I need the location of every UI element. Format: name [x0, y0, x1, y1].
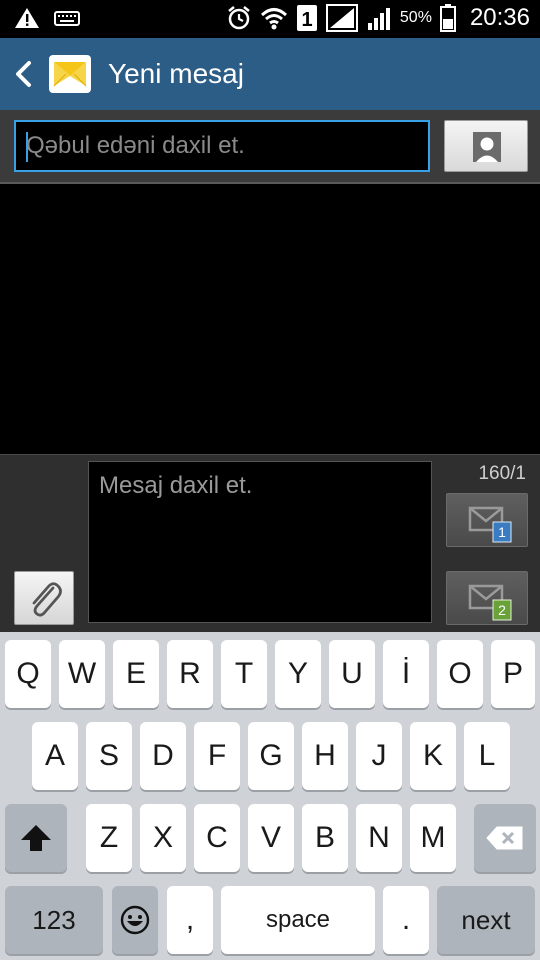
message-envelope-icon[interactable] — [48, 52, 92, 96]
keyboard-icon — [54, 8, 80, 28]
back-arrow-icon[interactable] — [14, 60, 32, 88]
key-r[interactable]: R — [167, 640, 213, 708]
key-w[interactable]: W — [59, 640, 105, 708]
send-sim1-icon: 1 — [468, 506, 512, 543]
key-k[interactable]: K — [410, 722, 456, 790]
text-caret — [26, 132, 28, 162]
svg-text:1: 1 — [498, 524, 506, 540]
key-i-dotted[interactable]: İ — [383, 640, 429, 708]
key-j[interactable]: J — [356, 722, 402, 790]
compose-area: Mesaj daxil et. 160/1 1 2 — [0, 454, 540, 633]
key-f[interactable]: F — [194, 722, 240, 790]
space-key[interactable]: space — [221, 886, 375, 954]
shift-key[interactable] — [5, 804, 67, 872]
paperclip-icon — [32, 582, 62, 617]
wifi-icon — [260, 5, 288, 31]
period-key[interactable]: . — [383, 886, 429, 954]
battery-percent: 50% — [399, 9, 432, 26]
send-sim1-button[interactable]: 1 — [446, 493, 528, 547]
key-e[interactable]: E — [113, 640, 159, 708]
clock: 20:36 — [469, 4, 530, 31]
send-sim2-icon: 2 — [468, 584, 512, 621]
alarm-icon — [226, 5, 252, 31]
key-h[interactable]: H — [302, 722, 348, 790]
comma-key[interactable]: , — [167, 886, 213, 954]
app-bar: Yeni mesaj — [0, 38, 540, 111]
character-counter: 160/1 — [478, 463, 526, 484]
page-title: Yeni mesaj — [108, 58, 244, 89]
key-x[interactable]: X — [140, 804, 186, 872]
recipient-row: Qəbul edəni daxil et. — [0, 110, 540, 184]
key-y[interactable]: Y — [275, 640, 321, 708]
key-c[interactable]: C — [194, 804, 240, 872]
status-bar: 1 50% 20:36 — [0, 0, 540, 38]
next-key[interactable]: next — [437, 886, 535, 954]
signal2-icon — [366, 5, 392, 31]
key-a[interactable]: A — [32, 722, 78, 790]
key-l[interactable]: L — [464, 722, 510, 790]
key-o[interactable]: O — [437, 640, 483, 708]
emoji-key[interactable] — [112, 886, 158, 954]
message-input[interactable]: Mesaj daxil et. — [88, 461, 432, 623]
recipient-input[interactable]: Qəbul edəni daxil et. — [14, 120, 430, 172]
sim1-icon: 1 — [296, 4, 318, 32]
key-d[interactable]: D — [140, 722, 186, 790]
warning-icon — [14, 6, 40, 30]
contact-picker-button[interactable] — [444, 120, 528, 172]
signal-icon — [325, 4, 358, 32]
key-g[interactable]: G — [248, 722, 294, 790]
key-p[interactable]: P — [491, 640, 535, 708]
svg-text:2: 2 — [498, 602, 506, 618]
send-sim2-button[interactable]: 2 — [446, 571, 528, 625]
emoji-icon — [120, 905, 150, 935]
key-z[interactable]: Z — [86, 804, 132, 872]
contact-icon — [473, 132, 501, 162]
recipient-placeholder: Qəbul edəni daxil et. — [26, 132, 245, 159]
backspace-key[interactable] — [474, 804, 536, 872]
key-b[interactable]: B — [302, 804, 348, 872]
numbers-key[interactable]: 123 — [5, 886, 103, 954]
key-v[interactable]: V — [248, 804, 294, 872]
attach-button[interactable] — [14, 571, 74, 625]
key-n[interactable]: N — [356, 804, 402, 872]
battery-icon — [439, 4, 456, 32]
svg-text:1: 1 — [301, 9, 312, 31]
key-t[interactable]: T — [221, 640, 267, 708]
key-q[interactable]: Q — [5, 640, 51, 708]
message-area — [0, 184, 540, 454]
shift-icon — [21, 825, 51, 851]
key-u[interactable]: U — [329, 640, 375, 708]
message-placeholder: Mesaj daxil et. — [99, 472, 253, 499]
keyboard: Q W E R T Y U İ O P A S D F G H J K L Z … — [0, 632, 540, 960]
key-s[interactable]: S — [86, 722, 132, 790]
backspace-icon — [486, 826, 523, 850]
key-m[interactable]: M — [410, 804, 456, 872]
